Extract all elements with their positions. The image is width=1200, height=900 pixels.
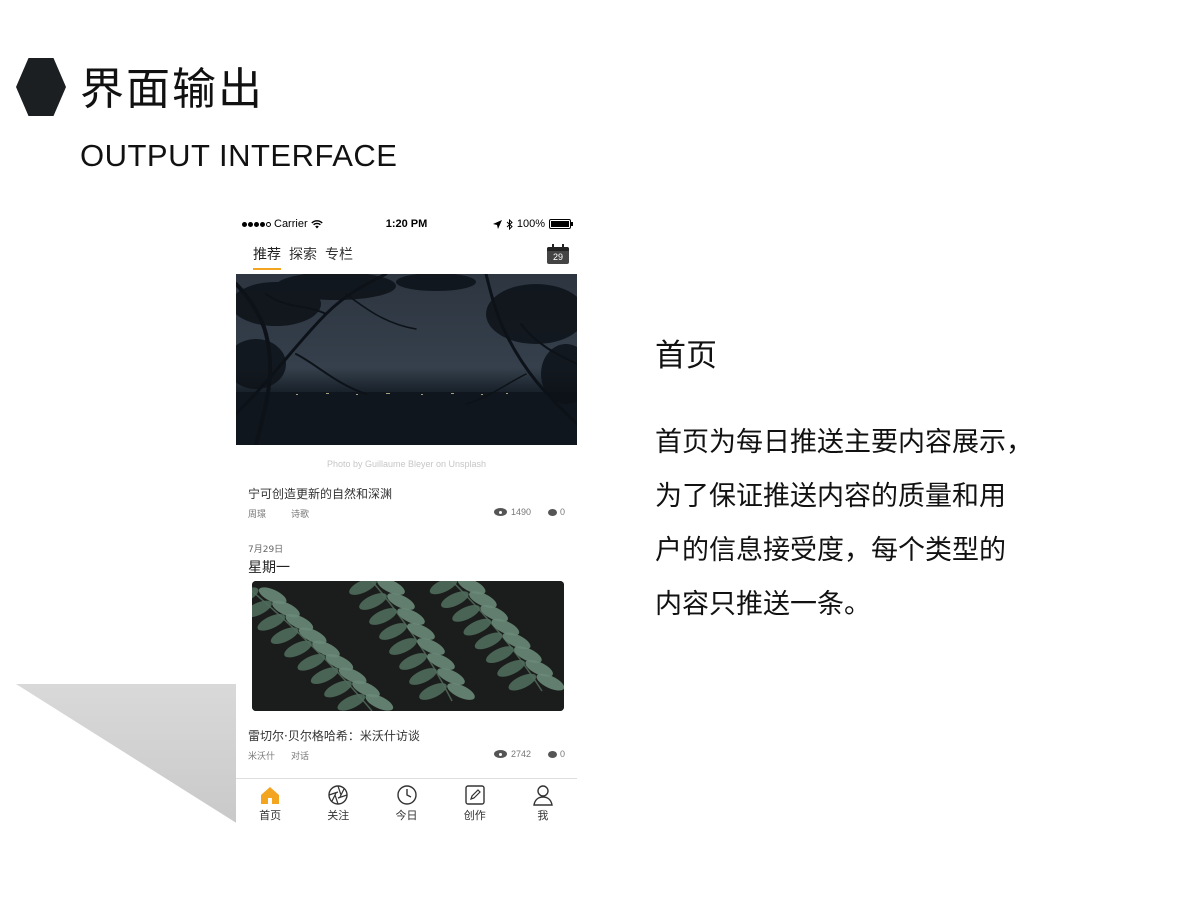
comment-count-value: 0 (559, 749, 565, 759)
article-title[interactable]: 宁可创造更新的自然和深渊 (248, 485, 392, 502)
leaves-image (252, 581, 564, 711)
photo-credit: Photo by Guillaume Bleyer on Unsplash (326, 459, 487, 469)
aperture-icon (328, 785, 348, 805)
nav-item-create[interactable]: 创作 (441, 779, 509, 824)
view-count-value: 1490 (510, 507, 531, 517)
nav-item-today[interactable]: 今日 (372, 779, 440, 824)
clock-icon (396, 785, 417, 805)
article-author[interactable]: 周璟 (248, 507, 266, 520)
status-bar: Carrier 1:20 PM 100% (236, 212, 577, 236)
article-category[interactable]: 诗歌 (291, 507, 309, 520)
nav-label-create: 创作 (463, 809, 486, 822)
hexagon-bullet-icon (16, 58, 66, 116)
nav-label-follow: 关注 (327, 809, 350, 822)
home-icon (261, 787, 280, 804)
nav-item-me[interactable]: 我 (509, 779, 577, 824)
article-category[interactable]: 对话 (291, 749, 309, 762)
top-tabs: 推荐 探索 专栏 (253, 244, 353, 270)
location-arrow-icon (492, 219, 502, 229)
comment-icon (547, 750, 557, 758)
eye-icon (493, 508, 507, 516)
nav-label-me: 我 (537, 809, 549, 822)
view-count-value: 2742 (510, 749, 531, 759)
tab-recommend[interactable]: 推荐 (253, 244, 281, 270)
battery-percent: 100% (516, 218, 545, 230)
edit-icon (465, 785, 485, 805)
battery-icon (549, 219, 573, 229)
hero-photo[interactable] (236, 274, 577, 445)
bottom-nav: 首页 关注 今日 创作 我 (236, 778, 577, 824)
description-line: 户的信息接受度，每个类型的 (655, 535, 1006, 566)
status-right: 100% (492, 218, 573, 230)
calendar-day: 29 (552, 252, 563, 262)
phone-screen: Carrier 1:20 PM 100% 推荐 探索 专栏 29 Photo b… (236, 212, 577, 824)
section-description: 首页为每日推送主要内容展示， 为了保证推送内容的质量和用 户的信息接受度，每个类… (655, 416, 1075, 632)
article-title[interactable]: 雷切尔·贝尔格哈希：米沃什访谈 (248, 727, 420, 744)
nav-label-today: 今日 (395, 809, 418, 822)
section-weekday: 星期一 (248, 560, 290, 576)
tab-explore[interactable]: 探索 (289, 244, 317, 270)
comment-icon (547, 508, 557, 516)
comment-count[interactable]: 0 (547, 749, 565, 759)
section-date: 7月29日 (248, 545, 284, 555)
page-title: 界面输出 (80, 64, 264, 115)
description-line: 内容只推送一条。 (655, 589, 871, 620)
description-line: 首页为每日推送主要内容展示， (655, 427, 1033, 458)
comment-count-value: 0 (559, 507, 565, 517)
calendar-icon[interactable]: 29 (547, 244, 569, 264)
nav-item-follow[interactable]: 关注 (304, 779, 372, 824)
eye-icon (493, 750, 507, 758)
view-count: 1490 (493, 507, 531, 517)
description-line: 为了保证推送内容的质量和用 (655, 481, 1006, 512)
nav-label-home: 首页 (259, 809, 282, 822)
bluetooth-icon (506, 218, 513, 230)
comment-count[interactable]: 0 (547, 507, 565, 517)
phone-shadow (16, 684, 238, 824)
nav-item-home[interactable]: 首页 (236, 779, 304, 824)
tab-column[interactable]: 专栏 (325, 244, 353, 270)
view-count: 2742 (493, 749, 531, 759)
article-author[interactable]: 米沃什 (248, 749, 275, 762)
page-subtitle: OUTPUT INTERFACE (80, 138, 398, 173)
tree-silhouette-image (236, 274, 577, 445)
leaf-photo[interactable] (252, 581, 564, 711)
user-icon (533, 785, 553, 806)
section-heading: 首页 (655, 338, 717, 374)
